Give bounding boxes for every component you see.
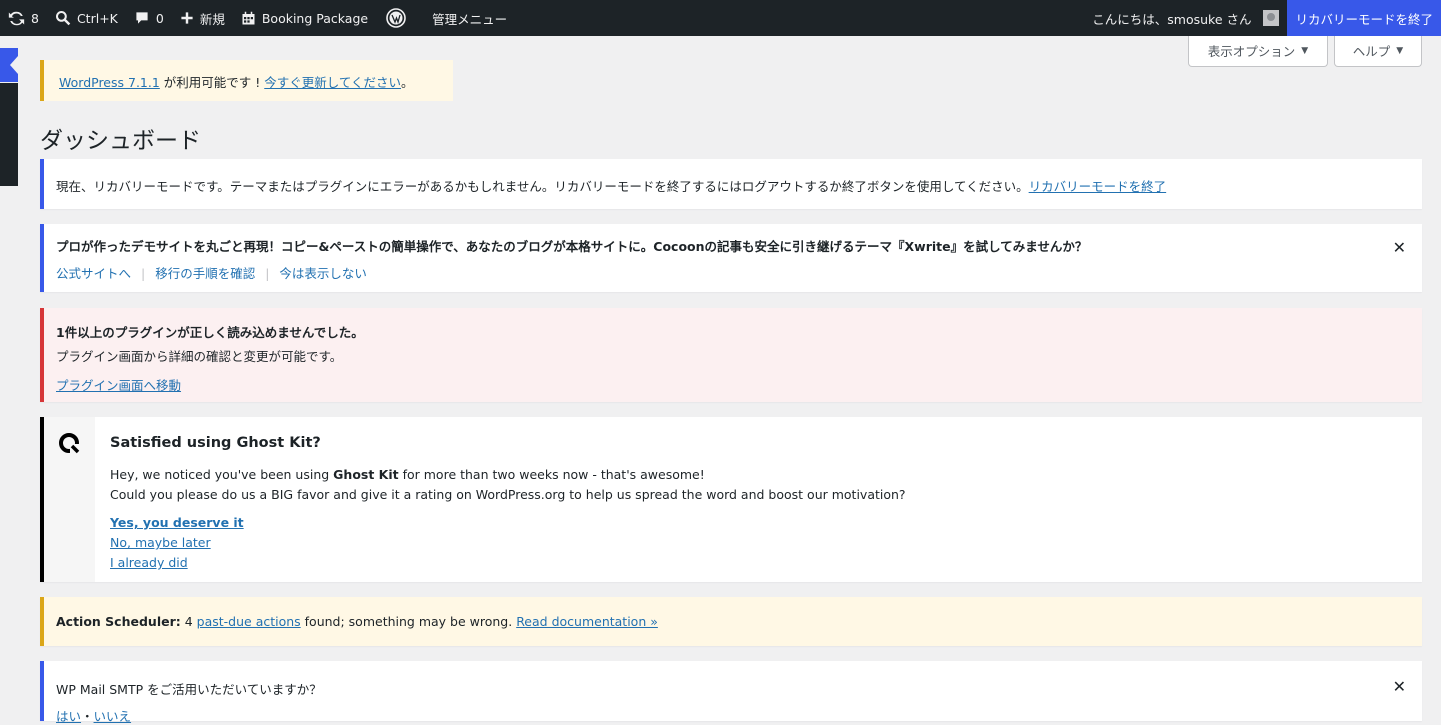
already-rated-link[interactable]: I already did <box>110 555 188 570</box>
admin-menu-label: 管理メニュー <box>432 11 508 27</box>
booking-label: Booking Package <box>261 10 369 26</box>
hide-now-link[interactable]: 今は表示しない <box>279 266 367 281</box>
refresh-icon <box>8 11 25 25</box>
page-title: ダッシュボード <box>40 128 201 154</box>
updates-count: 8 <box>31 10 39 26</box>
rate-later-link[interactable]: No, maybe later <box>110 535 211 550</box>
official-site-link[interactable]: 公式サイトへ <box>56 266 131 281</box>
search-shortcut[interactable]: Ctrl+K <box>47 0 126 36</box>
caret-down-icon: ▼ <box>1301 45 1309 56</box>
sidebar-menu-background <box>0 83 18 186</box>
ghost-kit-text-1: Hey, we noticed you've been using Ghost … <box>110 465 906 485</box>
ghost-kit-rating-notice: Satisfied using Ghost Kit? Hey, we notic… <box>40 417 1422 582</box>
wordpress-version-link[interactable]: WordPress 7.1.1 <box>59 75 160 90</box>
search-icon <box>55 10 71 26</box>
comments-count: 0 <box>155 10 164 26</box>
exit-recovery-label: リカバリーモードを終了 <box>1295 11 1433 27</box>
wp-mail-smtp-notice: WP Mail SMTP をご活用いただいていますか？ はい・いいえ ✕ <box>40 661 1422 724</box>
plugins-page-link[interactable]: プラグイン画面へ移動 <box>56 378 181 393</box>
xwrite-notice-text: プロが作ったデモサイトを丸ごと再現！コピー&ペーストの簡単操作で、あなたのブログ… <box>56 239 1088 254</box>
ghost-kit-icon-column <box>44 417 95 582</box>
read-documentation-link[interactable]: Read documentation » <box>516 614 658 629</box>
exit-recovery-button[interactable]: リカバリーモードを終了 <box>1287 0 1441 36</box>
plus-icon <box>181 12 193 24</box>
site-menu[interactable] <box>376 0 414 36</box>
update-nag: WordPress 7.1.1 が利用可能です ! 今すぐ更新してください。 <box>40 60 453 101</box>
wordpress-logo-icon <box>386 8 406 28</box>
admin-sidebar <box>0 36 18 712</box>
admin-bar: 8 Ctrl+K 0 新規 Booking Package 管理メニュー こんに… <box>0 0 1441 36</box>
new-label: 新規 <box>199 11 225 27</box>
comment-icon <box>136 12 148 24</box>
screen-options-label: 表示オプション <box>1207 44 1296 59</box>
greeting-text: こんにちは、smosuke さん <box>1092 11 1252 27</box>
search-shortcut-label: Ctrl+K <box>76 10 118 26</box>
action-scheduler-label: Action Scheduler: <box>56 614 181 629</box>
smtp-yes-link[interactable]: はい <box>56 709 81 724</box>
ghost-kit-logo-icon <box>59 433 80 454</box>
link-separator: | <box>265 266 270 281</box>
account-menu[interactable]: こんにちは、smosuke さん <box>1084 0 1287 36</box>
update-now-link[interactable]: 今すぐ更新してください <box>264 75 401 90</box>
booking-package-menu[interactable]: Booking Package <box>233 0 376 36</box>
past-due-actions-link[interactable]: past-due actions <box>197 614 301 629</box>
action-scheduler-notice: Action Scheduler: 4 past-due actions fou… <box>40 597 1422 646</box>
new-content-menu[interactable]: 新規 <box>172 0 233 36</box>
help-button[interactable]: ヘルプ ▼ <box>1334 35 1422 67</box>
caret-down-icon: ▼ <box>1396 45 1404 56</box>
xwrite-promo-notice: プロが作ったデモサイトを丸ごと再現！コピー&ペーストの簡単操作で、あなたのブログ… <box>40 224 1422 292</box>
rate-yes-link[interactable]: Yes, you deserve it <box>110 515 244 530</box>
recovery-notice-text: 現在、リカバリーモードです。テーマまたはプラグインにエラーがあるかもしれません。… <box>56 179 1029 194</box>
dismiss-icon[interactable]: ✕ <box>1393 238 1406 257</box>
plugin-error-title: 1件以上のプラグインが正しく読み込めませんでした。 <box>56 325 364 340</box>
smtp-no-link[interactable]: いいえ <box>94 709 132 724</box>
admin-menu-link[interactable]: 管理メニュー <box>414 0 515 36</box>
ghost-kit-title: Satisfied using Ghost Kit? <box>110 435 321 451</box>
past-due-count: 4 <box>180 614 197 629</box>
exit-recovery-link[interactable]: リカバリーモードを終了 <box>1029 179 1167 194</box>
link-separator: | <box>141 266 146 281</box>
avatar <box>1263 10 1280 26</box>
updates-menu[interactable]: 8 <box>0 0 47 36</box>
update-nag-text: が利用可能です ! <box>159 75 265 90</box>
ghost-kit-text-1c: for more than two weeks now - that's awe… <box>398 467 705 482</box>
migration-steps-link[interactable]: 移行の手順を確認 <box>155 266 255 281</box>
screen-options-button[interactable]: 表示オプション ▼ <box>1188 35 1328 67</box>
dismiss-icon[interactable]: ✕ <box>1393 677 1406 696</box>
comments-menu[interactable]: 0 <box>126 0 172 36</box>
smtp-dot: ・ <box>81 709 94 724</box>
update-nag-end: 。 <box>401 75 414 90</box>
plugin-error-notice: 1件以上のプラグインが正しく読み込めませんでした。 プラグイン画面から詳細の確認… <box>40 308 1422 402</box>
ghost-kit-text-1a: Hey, we noticed you've been using <box>110 467 334 482</box>
ghost-kit-text-2: Could you please do us a BIG favor and g… <box>110 487 906 502</box>
recovery-mode-notice: 現在、リカバリーモードです。テーマまたはプラグインにエラーがあるかもしれません。… <box>40 159 1422 209</box>
calendar-icon <box>242 11 255 24</box>
plugin-error-desc: プラグイン画面から詳細の確認と変更が可能です。 <box>56 349 343 364</box>
ghost-kit-name: Ghost Kit <box>333 467 399 482</box>
current-item-arrow-icon <box>10 56 18 74</box>
smtp-question: WP Mail SMTP をご活用いただいていますか？ <box>56 682 322 697</box>
action-scheduler-middle: found; something may be wrong. <box>300 614 517 629</box>
help-label: ヘルプ <box>1352 44 1391 59</box>
